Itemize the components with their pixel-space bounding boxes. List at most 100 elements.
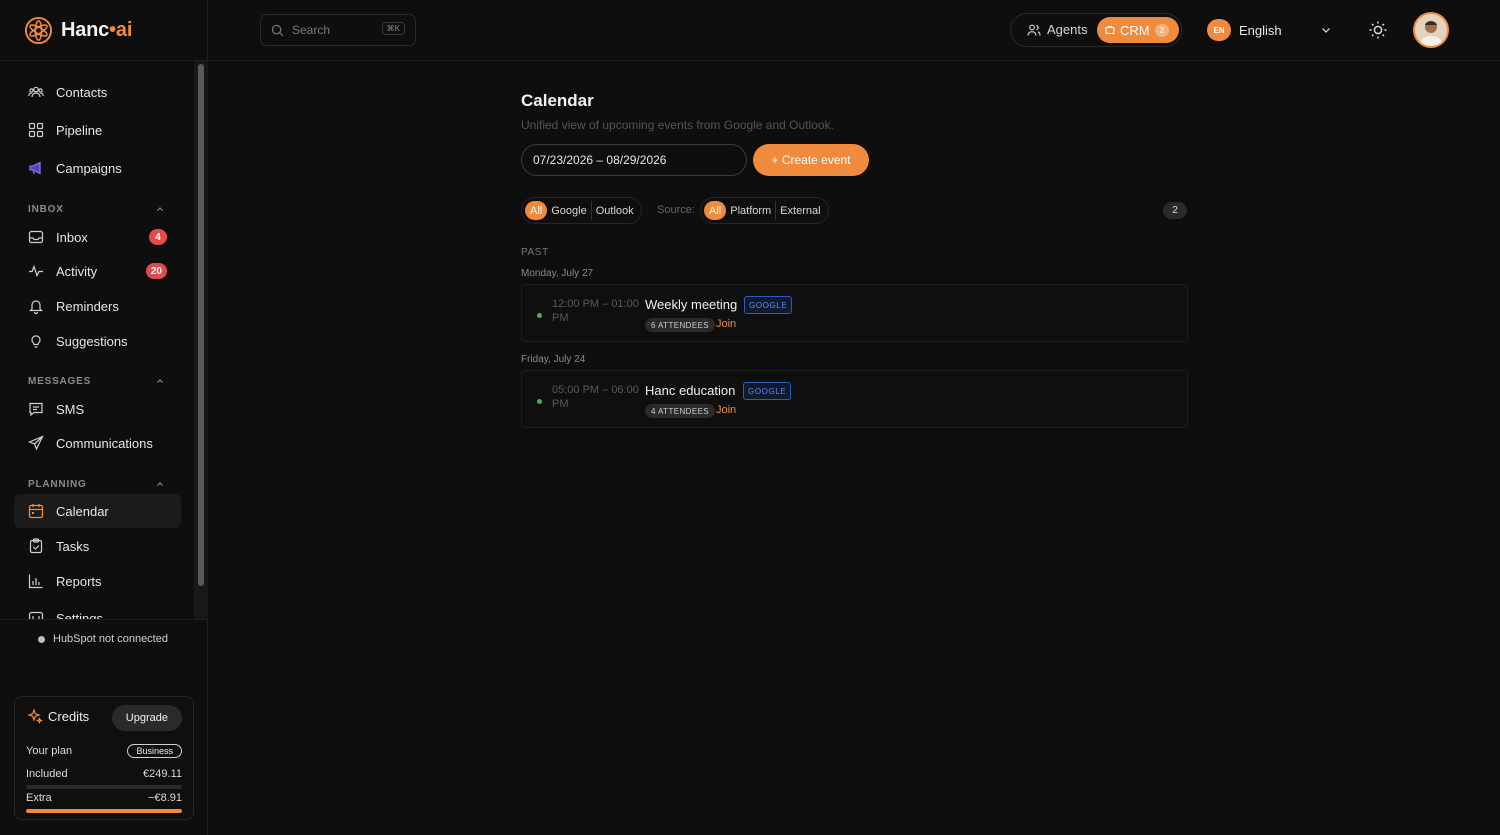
agents-label: Agents bbox=[1047, 22, 1088, 37]
extra-progress-bar bbox=[26, 809, 182, 813]
page-title: Calendar bbox=[521, 91, 594, 110]
extra-label: Extra bbox=[26, 792, 52, 804]
crm-label: CRM bbox=[1120, 22, 1150, 38]
event-source-badge: GOOGLE bbox=[744, 296, 793, 314]
event-time: 12:00 PM – 01:00 PM bbox=[552, 298, 639, 324]
agents-mode-button[interactable]: Agents bbox=[1027, 22, 1087, 37]
activity-badge: 20 bbox=[145, 263, 167, 279]
sidebar-item-label: Campaigns bbox=[56, 160, 122, 176]
brand-logo[interactable]: Hanc•ai bbox=[24, 15, 132, 45]
sidebar-item-label: Reminders bbox=[56, 298, 119, 314]
sidebar-item-tasks[interactable]: Tasks bbox=[14, 529, 181, 563]
sun-icon[interactable] bbox=[1368, 20, 1388, 40]
sidebar-item-communications[interactable]: Communications bbox=[14, 426, 181, 460]
group-label-past: PAST bbox=[521, 247, 549, 258]
chevron-up-icon[interactable] bbox=[155, 479, 165, 489]
sidebar-item-inbox[interactable]: Inbox 4 bbox=[14, 220, 181, 254]
sidebar-item-label: Tasks bbox=[56, 538, 90, 554]
sidebar-item-pipeline[interactable]: Pipeline bbox=[14, 113, 181, 147]
activity-icon bbox=[29, 264, 43, 278]
day-label: Monday, July 27 bbox=[521, 268, 594, 279]
sidebar-item-contacts[interactable]: Contacts bbox=[14, 75, 181, 109]
sidebar-item-label: Activity bbox=[56, 263, 98, 279]
provider-filter-google[interactable]: Google bbox=[547, 201, 590, 220]
message-icon bbox=[29, 402, 43, 417]
page-subtitle: Unified view of upcoming events from Goo… bbox=[521, 118, 834, 132]
sidebar-item-label: SMS bbox=[56, 401, 85, 417]
pipeline-icon bbox=[28, 122, 44, 138]
chevron-up-icon[interactable] bbox=[155, 376, 165, 386]
join-link[interactable]: Join bbox=[716, 318, 736, 330]
credits-header: Credits bbox=[27, 708, 89, 724]
upgrade-button[interactable]: Upgrade bbox=[111, 705, 182, 731]
crm-count-badge: 2 bbox=[1154, 23, 1170, 37]
status-dot bbox=[38, 635, 45, 643]
bar-chart-icon bbox=[28, 574, 43, 589]
event-title: Hanc education bbox=[645, 383, 736, 398]
event-source-badge: GOOGLE bbox=[743, 382, 792, 400]
event-time: 05:00 PM – 06:00 PM bbox=[552, 384, 639, 410]
unread-badge: 4 bbox=[149, 229, 167, 245]
event-title: Weekly meeting bbox=[645, 297, 738, 312]
section-label-planning: PLANNING bbox=[28, 479, 87, 490]
event-status-dot bbox=[537, 313, 542, 318]
create-event-button[interactable]: + Create event bbox=[753, 144, 869, 176]
crm-mode-button[interactable]: CRM 2 bbox=[1097, 17, 1179, 43]
sidebar-scroll-thumb[interactable] bbox=[198, 64, 204, 586]
search-box[interactable]: Search ⌘K bbox=[260, 14, 416, 46]
sidebar-item-sms[interactable]: SMS bbox=[14, 392, 181, 426]
credits-title: Credits bbox=[48, 708, 90, 724]
extra-value: −€8.91 bbox=[148, 792, 182, 804]
sidebar-item-calendar[interactable]: Calendar bbox=[14, 494, 181, 528]
bell-icon bbox=[29, 300, 43, 314]
section-label-messages: MESSAGES bbox=[28, 376, 92, 387]
sparkle-icon bbox=[27, 708, 43, 724]
search-input[interactable]: Search bbox=[292, 23, 330, 37]
source-filter-all[interactable]: All bbox=[704, 201, 727, 220]
sidebar-item-reminders[interactable]: Reminders bbox=[14, 289, 181, 323]
source-filter-platform[interactable]: Platform bbox=[726, 201, 775, 220]
sidebar-item-activity[interactable]: Activity 20 bbox=[14, 254, 181, 288]
lightbulb-icon bbox=[31, 335, 41, 348]
included-row: Included €249.11 bbox=[26, 768, 182, 780]
sidebar-clip: Settings bbox=[0, 598, 194, 619]
join-link[interactable]: Join bbox=[716, 404, 736, 416]
sidebar: Hanc•ai Contacts Pipeline Campaigns INBO… bbox=[0, 0, 208, 835]
date-range-picker[interactable]: 07/23/2026 – 08/29/2026 bbox=[521, 144, 747, 176]
provider-filter-all[interactable]: All bbox=[525, 201, 548, 220]
event-card[interactable]: 12:00 PM – 01:00 PM Weekly meeting GOOGL… bbox=[521, 284, 1188, 342]
source-filter: All Platform External bbox=[700, 197, 829, 224]
credits-card: Credits Upgrade Your plan Business Inclu… bbox=[14, 696, 194, 820]
sidebar-item-campaigns[interactable]: Campaigns bbox=[14, 151, 181, 185]
language-label: English bbox=[1239, 22, 1282, 38]
search-icon bbox=[271, 24, 284, 36]
hubspot-status-text: HubSpot not connected bbox=[53, 633, 168, 645]
sidebar-item-settings[interactable]: Settings bbox=[14, 601, 181, 619]
sidebar-item-label: Communications bbox=[56, 435, 153, 451]
language-selector[interactable]: EN English bbox=[1207, 19, 1282, 41]
brand-name: Hanc•ai bbox=[61, 18, 133, 41]
source-filter-label: Source: bbox=[657, 204, 695, 216]
plan-label: Your plan bbox=[26, 745, 73, 757]
sidebar-item-label: Suggestions bbox=[56, 333, 128, 349]
section-label-inbox: INBOX bbox=[28, 204, 64, 215]
plan-badge: Business bbox=[127, 744, 182, 758]
source-filter-external[interactable]: External bbox=[776, 201, 824, 220]
event-count-badge: 2 bbox=[1163, 202, 1187, 219]
megaphone-icon bbox=[29, 161, 41, 175]
chevron-down-icon[interactable] bbox=[1320, 24, 1332, 36]
included-value: €249.11 bbox=[143, 768, 182, 780]
event-card[interactable]: 05:00 PM – 06:00 PM Hanc education GOOGL… bbox=[521, 370, 1188, 428]
sidebar-item-reports[interactable]: Reports bbox=[14, 564, 181, 598]
sidebar-item-suggestions[interactable]: Suggestions bbox=[14, 324, 181, 358]
provider-filter: All Google Outlook bbox=[521, 197, 642, 224]
event-status-dot bbox=[537, 399, 542, 404]
plan-row: Your plan Business bbox=[26, 744, 182, 758]
hubspot-status[interactable]: HubSpot not connected bbox=[38, 633, 168, 645]
user-avatar[interactable] bbox=[1413, 12, 1449, 48]
included-progress-bar bbox=[26, 785, 182, 789]
provider-filter-outlook[interactable]: Outlook bbox=[592, 201, 638, 220]
divider bbox=[0, 619, 208, 620]
avatar-image bbox=[1415, 14, 1447, 46]
chevron-up-icon[interactable] bbox=[155, 204, 165, 214]
